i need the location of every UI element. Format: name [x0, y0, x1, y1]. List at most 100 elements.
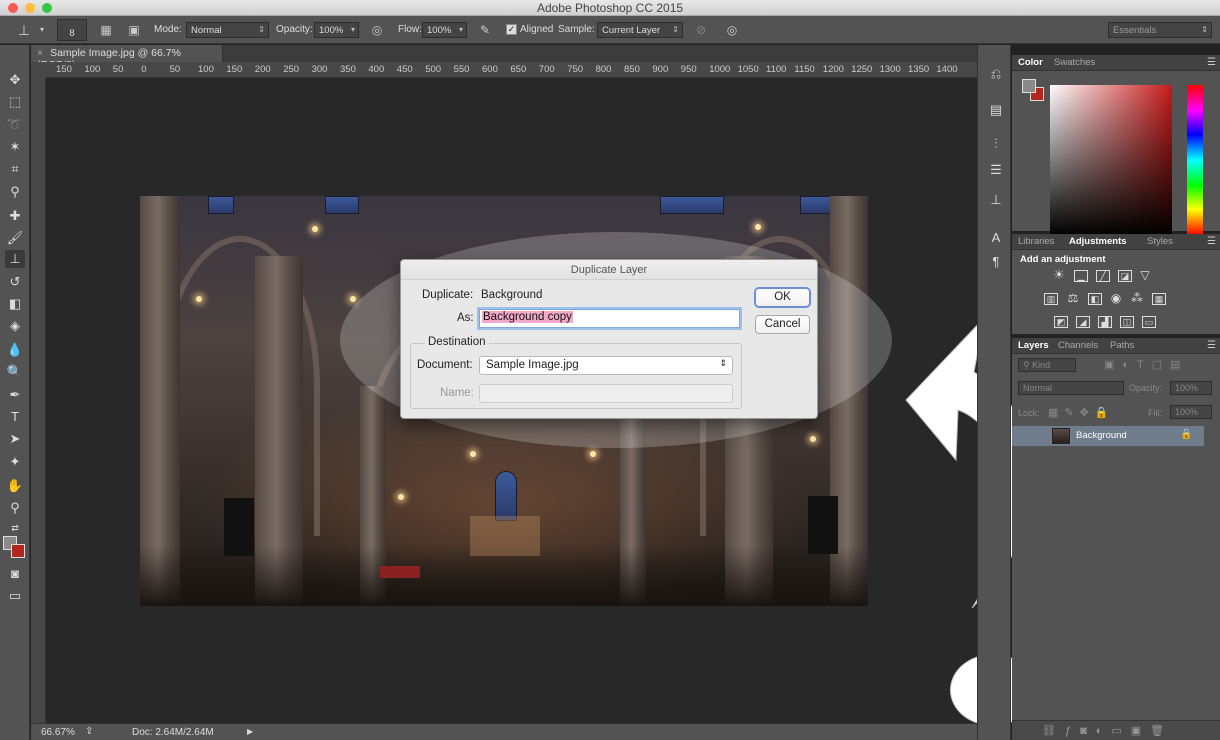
layer-action-icons[interactable]: ⛓ƒ◙◐▭▣🗑: [1042, 724, 1173, 737]
opacity-field[interactable]: 100% ▾: [314, 22, 359, 38]
vibrance-icon[interactable]: ▽: [1138, 269, 1152, 282]
tab-libraries[interactable]: Libraries: [1018, 236, 1054, 247]
lasso-tool-icon[interactable]: ➰: [5, 116, 25, 134]
airbrush-icon[interactable]: ✎: [477, 22, 493, 38]
curves-icon[interactable]: ╱: [1096, 270, 1110, 282]
cancel-button[interactable]: Cancel: [755, 315, 810, 334]
ok-button[interactable]: OK: [755, 288, 810, 307]
path-selection-tool-icon[interactable]: ➤: [5, 430, 25, 448]
sample-select[interactable]: Current Layer ⇕: [597, 22, 683, 38]
ruler-origin[interactable]: [31, 62, 46, 78]
document-select[interactable]: Sample Image.jpg ⇕: [479, 356, 733, 375]
chevron-updown-icon: ⇕: [258, 25, 265, 34]
gradient-map-icon[interactable]: ▭: [1142, 316, 1156, 328]
tab-adjustments[interactable]: Adjustments: [1069, 236, 1127, 247]
panel-menu-icon[interactable]: ☰: [1207, 340, 1216, 351]
ignore-adjustment-layers-icon[interactable]: ⊘: [693, 22, 709, 38]
custom-shape-tool-icon[interactable]: ✦: [5, 453, 25, 471]
screen-mode-icon[interactable]: ▭: [5, 587, 25, 605]
properties-panel-icon[interactable]: ▤: [987, 101, 1005, 119]
hand-tool-icon[interactable]: ✋: [5, 477, 25, 495]
clone-source-icon[interactable]: ⊥: [987, 191, 1005, 209]
workspace-switcher[interactable]: Essentials ⇕: [1108, 22, 1212, 38]
history-brush-tool-icon[interactable]: ↺: [5, 273, 25, 291]
status-menu-arrow-icon[interactable]: ▶: [247, 727, 253, 736]
close-tab-icon[interactable]: ×: [37, 47, 43, 59]
marquee-tool-icon[interactable]: ⬚: [5, 93, 25, 111]
tab-channels[interactable]: Channels: [1058, 340, 1098, 351]
selective-color-icon[interactable]: ◫: [1120, 316, 1134, 328]
zoom-tool-icon[interactable]: ⚲: [5, 499, 25, 517]
fill-field[interactable]: 100%: [1170, 405, 1212, 419]
paint-bucket-tool-icon[interactable]: ◈: [5, 317, 25, 335]
brush-tool-icon[interactable]: 🖌: [5, 229, 25, 247]
layer-thumbnail: [1052, 428, 1070, 444]
document-tab[interactable]: × Sample Image.jpg @ 66.7% (RGB/8): [31, 45, 223, 71]
tab-layers[interactable]: Layers: [1018, 340, 1049, 351]
vertical-ruler[interactable]: [31, 78, 46, 723]
black-white-icon[interactable]: ◧: [1088, 293, 1102, 305]
brightness-contrast-icon[interactable]: ☀: [1052, 268, 1066, 282]
tab-color[interactable]: Color: [1018, 57, 1043, 68]
tab-paths[interactable]: Paths: [1110, 340, 1134, 351]
name-input[interactable]: [479, 384, 733, 403]
actions-panel-icon[interactable]: ☰: [987, 161, 1005, 179]
move-tool-icon[interactable]: ✥: [5, 71, 25, 89]
pen-tool-icon[interactable]: ✒: [5, 386, 25, 404]
eraser-tool-icon[interactable]: ◧: [5, 295, 25, 313]
aligned-checkbox[interactable]: ✓: [506, 24, 517, 35]
blur-tool-icon[interactable]: 💧: [5, 341, 25, 359]
threshold-icon[interactable]: ▟: [1098, 316, 1112, 328]
layer-kind-filter[interactable]: ⚲ Kind: [1018, 358, 1076, 372]
color-foreground-swatch[interactable]: [1022, 79, 1036, 93]
brush-size-picker[interactable]: 8: [57, 19, 87, 41]
layer-opacity-field[interactable]: 100%: [1170, 381, 1212, 395]
zoom-level[interactable]: 66.67%: [41, 727, 75, 738]
color-spectrum-field[interactable]: [1050, 85, 1172, 235]
as-name-input[interactable]: Background copy: [479, 309, 740, 328]
tab-swatches[interactable]: Swatches: [1054, 57, 1095, 68]
ruler-tick-label: 1350: [908, 64, 930, 75]
lock-icons[interactable]: ▦✎✥🔒: [1048, 406, 1115, 419]
color-balance-icon[interactable]: ⚖: [1066, 292, 1080, 305]
levels-icon[interactable]: ▁: [1074, 270, 1088, 282]
photo-filter-icon[interactable]: ◉: [1109, 292, 1123, 305]
exposure-icon[interactable]: ◪: [1118, 270, 1132, 282]
swap-colors-icon[interactable]: ⇄: [5, 519, 25, 537]
horizontal-ruler[interactable]: 150 100 50 0 50 100 150 200 250 300 350 400 450 500 55…: [46, 62, 977, 78]
clone-stamp-tool-icon[interactable]: ⊥: [5, 250, 25, 268]
panel-menu-icon[interactable]: ☰: [1207, 57, 1216, 68]
layer-row[interactable]: Background 🔒: [1012, 426, 1204, 446]
posterize-icon[interactable]: ◢: [1076, 316, 1090, 328]
clone-source-panel-icon[interactable]: ▣: [126, 22, 142, 38]
mode-select[interactable]: Normal ⇕: [186, 22, 269, 38]
clone-stamp-tool-preset-icon[interactable]: ⊥: [16, 22, 32, 38]
layer-filter-icons[interactable]: ▣◐T▢▤: [1104, 358, 1189, 371]
paragraph-panel-icon[interactable]: ¶: [987, 253, 1005, 271]
brush-presets-icon[interactable]: ⫶: [987, 135, 1005, 153]
background-color-swatch[interactable]: [11, 544, 25, 558]
color-lookup-icon[interactable]: ▦: [1152, 293, 1166, 305]
invert-icon[interactable]: ◩: [1054, 316, 1068, 328]
healing-brush-tool-icon[interactable]: ✚: [5, 207, 25, 225]
eyedropper-tool-icon[interactable]: ⚲: [5, 183, 25, 201]
character-panel-icon[interactable]: A: [987, 229, 1005, 247]
hue-saturation-icon[interactable]: ▥: [1044, 293, 1058, 305]
crop-tool-icon[interactable]: ⌗: [5, 160, 25, 178]
panel-menu-icon[interactable]: ☰: [1207, 236, 1216, 247]
channel-mixer-icon[interactable]: ⁂: [1130, 292, 1144, 305]
blend-mode-select[interactable]: Normal: [1018, 381, 1124, 395]
magic-wand-tool-icon[interactable]: ✶: [5, 138, 25, 156]
dodge-tool-icon[interactable]: 🔍: [5, 363, 25, 381]
pressure-opacity-icon[interactable]: ◎: [369, 22, 385, 38]
type-tool-icon[interactable]: T: [5, 408, 25, 426]
pressure-size-icon[interactable]: ◎: [724, 22, 740, 38]
share-icon[interactable]: ⇪: [85, 726, 93, 737]
quick-mask-icon[interactable]: ◙: [5, 565, 25, 583]
history-panel-icon[interactable]: ⎌: [987, 65, 1005, 83]
tool-preset-dropdown-icon[interactable]: ▾: [34, 22, 50, 38]
flow-field[interactable]: 100% ▾: [422, 22, 467, 38]
hue-slider[interactable]: [1187, 85, 1203, 235]
tab-styles[interactable]: Styles: [1147, 236, 1173, 247]
brush-panel-icon[interactable]: ▦: [98, 22, 114, 38]
